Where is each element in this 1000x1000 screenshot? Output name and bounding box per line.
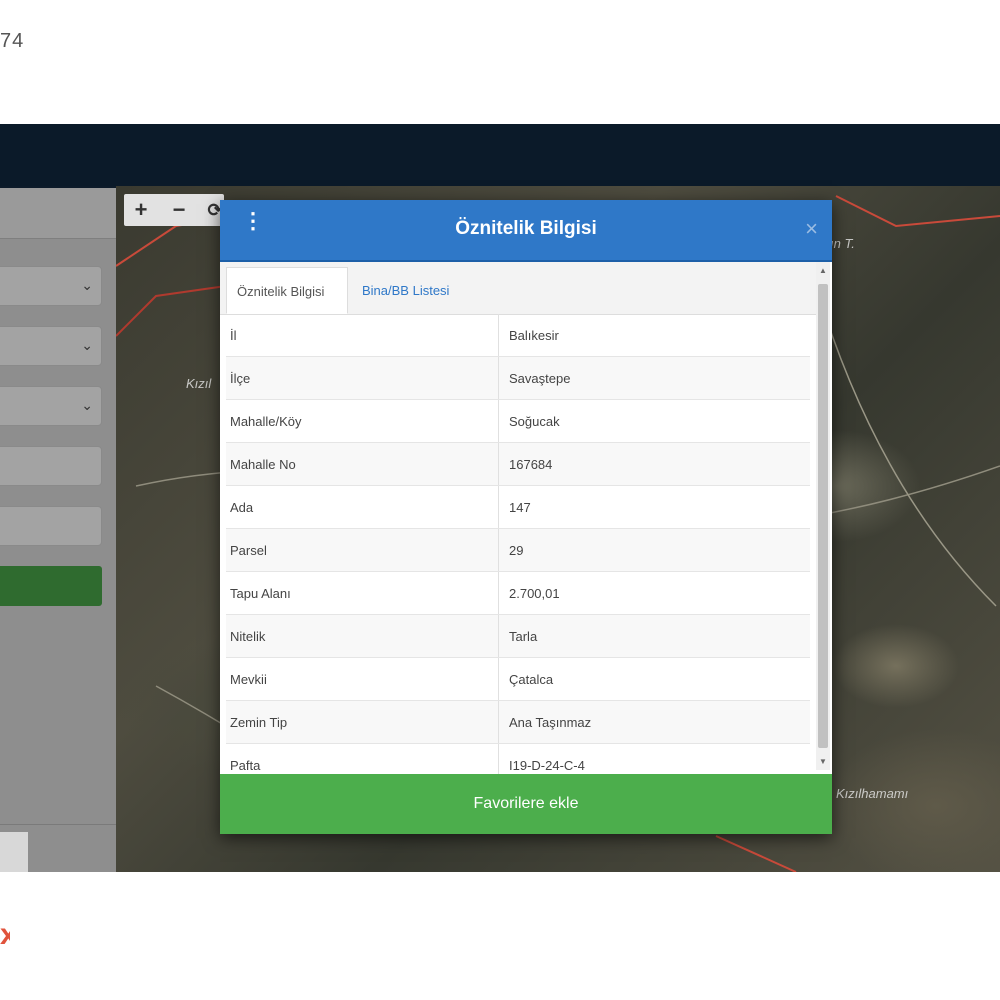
neighborhood-select[interactable]: ⌄	[0, 386, 102, 426]
sidebar-footer-button[interactable]	[0, 832, 28, 872]
row-value: 2.700,01	[509, 586, 560, 601]
parcel-boundary	[835, 195, 1000, 228]
add-to-favorites-button[interactable]: Favorilere ekle	[220, 774, 832, 834]
row-value: Ana Taşınmaz	[509, 715, 592, 730]
row-key: Tapu Alanı	[230, 586, 291, 601]
map-label: ın T.	[830, 236, 855, 251]
map-zoom-toolbar: + − ⟳	[124, 194, 224, 226]
map-label: Kızıl	[186, 376, 212, 391]
chevron-down-icon: ⌄	[81, 277, 93, 293]
table-row: Mahalle No 167684	[226, 443, 810, 486]
row-key: Zemin Tip	[230, 715, 288, 730]
sidebar-divider	[0, 824, 116, 825]
attribute-dialog: ⋮ Öznitelik Bilgisi × Öznitelik Bilgisi …	[220, 200, 832, 834]
zoom-in-button[interactable]: +	[126, 194, 156, 226]
block-input[interactable]	[0, 446, 102, 486]
row-value: Soğucak	[509, 414, 560, 429]
chevron-down-icon: ⌄	[81, 397, 93, 413]
scroll-down-icon[interactable]: ▼	[819, 757, 827, 766]
row-key: İl	[230, 328, 237, 343]
corner-text: 74	[0, 30, 25, 52]
district-select[interactable]: ⌄	[0, 326, 102, 366]
top-navbar	[0, 124, 1000, 186]
scroll-thumb[interactable]	[818, 284, 828, 748]
table-row: Mahalle/Köy Soğucak	[226, 400, 810, 443]
road-line	[815, 285, 997, 607]
row-key: Nitelik	[230, 629, 266, 644]
row-key: Pafta	[230, 758, 261, 773]
row-value: 147	[509, 500, 531, 515]
row-key: Mahalle/Köy	[230, 414, 302, 429]
left-sidebar: ⌄ ⌄ ⌄	[0, 188, 116, 872]
attribute-table: İl Balıkesir İlçe Savaştepe Mahalle/Köy Soğ…	[226, 314, 810, 787]
tab-attribute-info[interactable]: Öznitelik Bilgisi	[226, 267, 348, 314]
row-key: Parsel	[230, 543, 267, 558]
scroll-up-icon[interactable]: ▲	[819, 266, 827, 275]
parcel-boundary	[116, 285, 227, 337]
row-value: Çatalca	[509, 672, 554, 687]
chevron-down-icon: ⌄	[81, 337, 93, 353]
dialog-title: Öznitelik Bilgisi	[455, 218, 597, 239]
corner-mark-icon: x	[0, 918, 10, 951]
table-row: Tapu Alanı 2.700,01	[226, 572, 810, 615]
close-icon[interactable]: ×	[805, 216, 818, 242]
province-select[interactable]: ⌄	[0, 266, 102, 306]
row-value: I19-D-24-C-4	[509, 758, 585, 773]
table-row: Zemin Tip Ana Taşınmaz	[226, 701, 810, 744]
table-row: Ada 147	[226, 486, 810, 529]
tab-building-list[interactable]: Bina/BB Listesi	[352, 267, 459, 314]
parcel-input[interactable]	[0, 506, 102, 546]
parcel-boundary	[715, 835, 797, 872]
row-value: Balıkesir	[509, 328, 559, 343]
row-value: 167684	[509, 457, 553, 472]
map-label: Kızılhamamı	[836, 786, 909, 801]
dialog-scrollbar[interactable]: ▲ ▼	[816, 262, 830, 770]
dialog-tabs: Öznitelik Bilgisi Bina/BB Listesi	[220, 262, 816, 315]
dialog-header: ⋮ Öznitelik Bilgisi ×	[220, 200, 832, 262]
sidebar-header	[0, 188, 116, 239]
zoom-out-button[interactable]: −	[164, 194, 194, 226]
row-value: Savaştepe	[509, 371, 571, 386]
table-row: İl Balıkesir	[226, 314, 810, 357]
row-value: Tarla	[509, 629, 538, 644]
table-row: Nitelik Tarla	[226, 615, 810, 658]
table-row: Mevkii Çatalca	[226, 658, 810, 701]
table-row: Parsel 29	[226, 529, 810, 572]
row-key: Mahalle No	[230, 457, 296, 472]
row-key: Ada	[230, 500, 254, 515]
row-key: Mevkii	[230, 672, 267, 687]
table-row: İlçe Savaştepe	[226, 357, 810, 400]
row-key: İlçe	[230, 371, 251, 386]
row-value: 29	[509, 543, 524, 558]
query-button[interactable]	[0, 566, 102, 606]
